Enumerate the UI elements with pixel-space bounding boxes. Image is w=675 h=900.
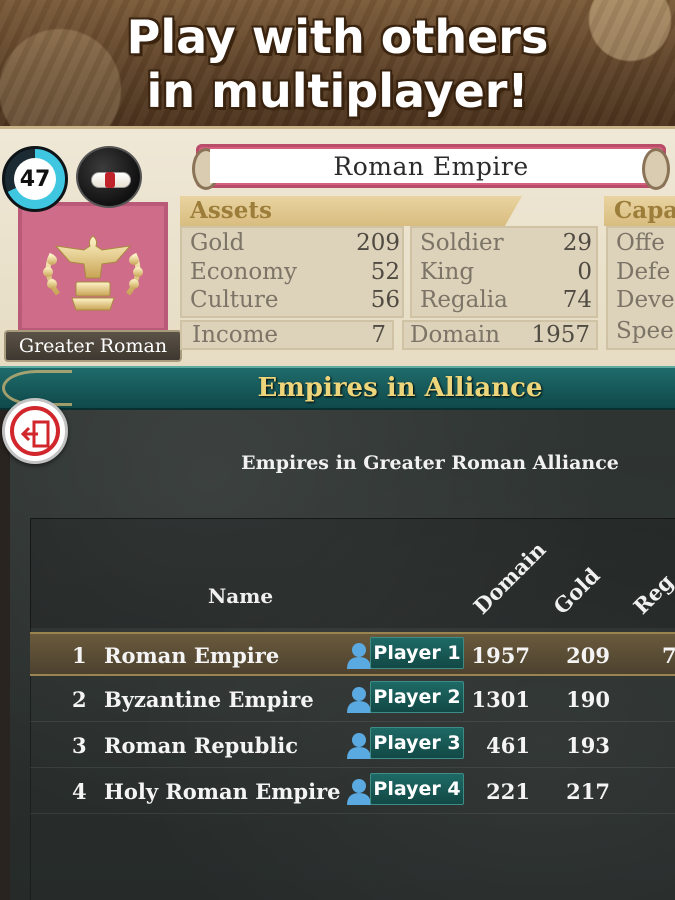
player-label: Player 1: [370, 637, 464, 669]
empire-name: Roman Empire: [210, 149, 652, 183]
table-row[interactable]: 1 Roman Empire Player 1 1957 209 7: [30, 632, 675, 676]
eagle-standard-icon: [43, 235, 143, 311]
alliance-title: Empires in Alliance: [257, 373, 543, 403]
alliance-label: Greater Roman: [4, 330, 182, 362]
row-domain: 1301: [471, 687, 530, 712]
column-name[interactable]: Name: [208, 584, 273, 608]
player-label: Player 2: [370, 681, 464, 713]
scroll-button[interactable]: [76, 146, 142, 208]
turn-counter[interactable]: 47: [2, 146, 68, 212]
row-rank: 2: [72, 687, 87, 712]
row-gold: 217: [566, 779, 610, 804]
row-name: Roman Empire: [104, 643, 280, 668]
player-label: Player 3: [370, 727, 464, 759]
player-label: Player 4: [370, 773, 464, 805]
promo-banner: Play with others in multiplayer!: [0, 0, 675, 128]
row-rank: 3: [72, 733, 87, 758]
empire-emblem[interactable]: [18, 202, 168, 332]
stat-label: Income: [192, 322, 279, 348]
capacity-defense: Defe: [616, 259, 671, 285]
stat-label: Gold: [190, 230, 245, 256]
row-domain: 1957: [471, 643, 530, 668]
stat-gold: Gold 209: [190, 230, 400, 256]
stat-domain: Domain 1957: [410, 322, 590, 348]
stat-label: Regalia: [420, 287, 508, 313]
stat-value: 74: [562, 287, 592, 313]
stat-economy: Economy 52: [190, 259, 400, 285]
row-gold: 190: [566, 687, 610, 712]
capacity-tab: Capa: [604, 196, 675, 226]
stat-king: King 0: [420, 259, 592, 285]
row-name: Holy Roman Empire: [104, 779, 341, 804]
row-gold: 193: [566, 733, 610, 758]
capacity-development: Deve: [616, 287, 675, 313]
player-tag: Player 4: [346, 773, 466, 809]
exit-door-icon: [20, 420, 50, 448]
row-rank: 1: [72, 643, 87, 668]
table-row[interactable]: 3 Roman Republic Player 3 461 193: [30, 724, 675, 768]
person-icon: [347, 643, 371, 669]
stat-soldier: Soldier 29: [420, 230, 592, 256]
stat-value: 1957: [531, 322, 590, 348]
stat-label: Domain: [410, 322, 500, 348]
row-gold: 209: [566, 643, 610, 668]
person-icon: [347, 687, 371, 713]
exit-button[interactable]: [2, 398, 68, 464]
row-regalia: 7: [662, 643, 675, 668]
row-rank: 4: [72, 779, 87, 804]
stat-label: Economy: [190, 259, 297, 285]
wax-seal-icon: [105, 172, 115, 188]
player-tag: Player 2: [346, 681, 466, 717]
stat-label: King: [420, 259, 475, 285]
row-domain: 221: [486, 779, 530, 804]
stat-label: Culture: [190, 287, 279, 313]
player-tag: Player 1: [346, 637, 466, 673]
stat-regalia: Regalia 74: [420, 287, 592, 313]
capacity-speed: Spee: [616, 318, 674, 344]
stat-value: 52: [370, 259, 400, 285]
stat-value: 209: [356, 230, 400, 256]
stat-culture: Culture 56: [190, 287, 400, 313]
stat-value: 0: [577, 259, 592, 285]
row-name: Roman Republic: [104, 733, 299, 758]
table-row[interactable]: 4 Holy Roman Empire Player 4 221 217: [30, 770, 675, 814]
row-domain: 461: [486, 733, 530, 758]
stat-value: 7: [371, 322, 386, 348]
row-name: Byzantine Empire: [104, 687, 314, 712]
capacity-offense: Offe: [616, 230, 665, 256]
assets-tab: Assets: [180, 196, 522, 226]
alliance-subtitle: Empires in Greater Roman Alliance: [241, 452, 619, 474]
person-icon: [347, 733, 371, 759]
table-row[interactable]: 2 Byzantine Empire Player 2 1301 190: [30, 678, 675, 722]
promo-line-1: Play with others: [126, 10, 549, 64]
stat-value: 29: [562, 230, 592, 256]
stat-value: 56: [370, 287, 400, 313]
stat-income: Income 7: [192, 322, 386, 348]
person-icon: [347, 779, 371, 805]
player-tag: Player 3: [346, 727, 466, 763]
stat-label: Soldier: [420, 230, 504, 256]
promo-line-2: in multiplayer!: [146, 64, 529, 118]
empire-name-frame: Roman Empire: [192, 144, 670, 190]
turn-number: 47: [14, 158, 56, 200]
